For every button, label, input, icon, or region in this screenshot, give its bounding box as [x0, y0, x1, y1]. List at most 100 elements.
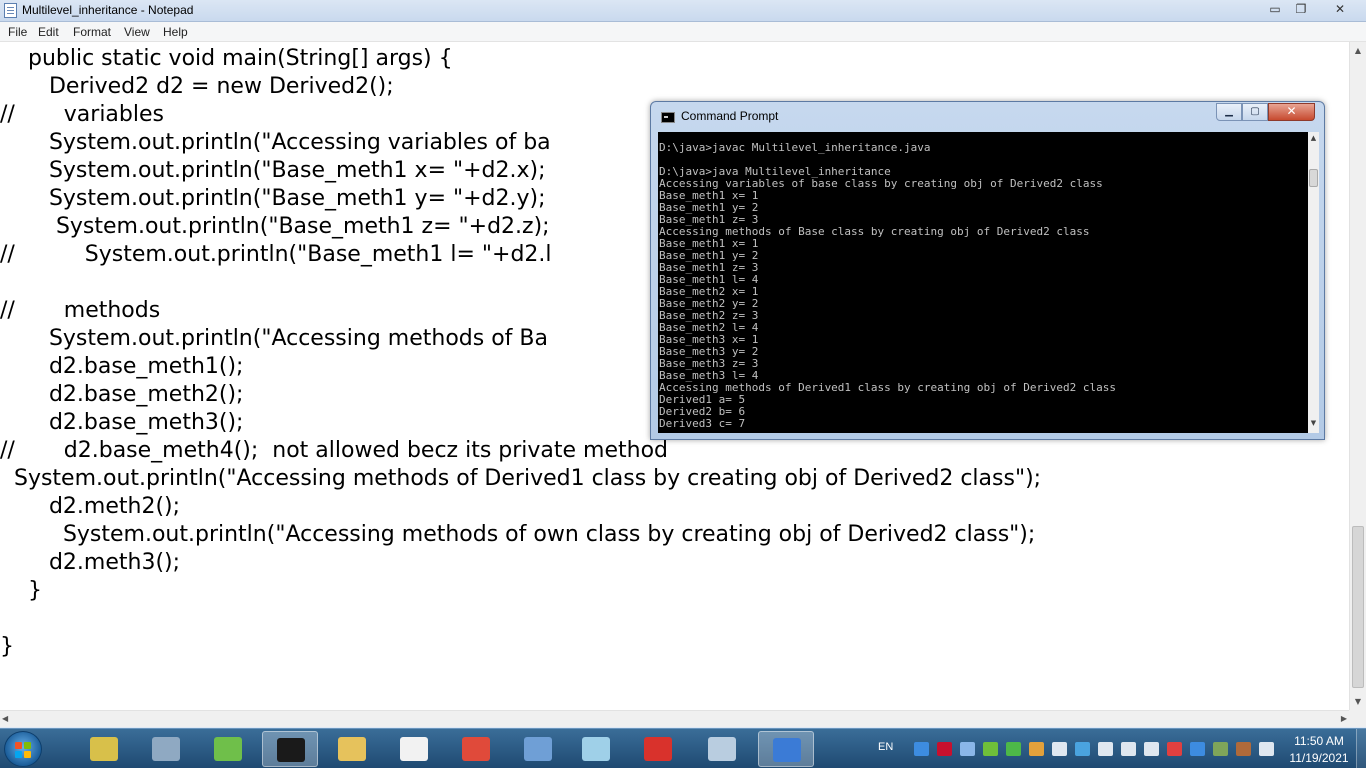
code-line: d2.base_meth1(); [0, 354, 244, 379]
taskbar-paint-3d-button[interactable] [758, 731, 814, 767]
folder-icon[interactable] [1029, 742, 1044, 756]
code-line: // d2.base_meth4(); not allowed becz its… [0, 438, 669, 463]
clock-date[interactable]: 11/19/2021 [1284, 751, 1354, 765]
bluetooth-icon[interactable] [1190, 742, 1205, 756]
code-line: // variables [0, 102, 164, 127]
start-button[interactable] [4, 731, 42, 767]
cmd-close-button[interactable]: ✕ [1268, 103, 1315, 121]
show-desktop-button[interactable] [1356, 729, 1366, 768]
code-line: System.out.println("Base_meth1 y= "+d2.y… [0, 186, 546, 211]
code-line: System.out.println("Accessing methods of… [0, 522, 1036, 547]
code-line: d2.base_meth3(); [0, 410, 244, 435]
code-line: System.out.println("Accessing variables … [0, 130, 551, 155]
cmd-scrollbar[interactable]: ▲ ▼ [1308, 132, 1319, 433]
scroll-down-icon[interactable]: ▼ [1350, 693, 1366, 710]
vertical-scrollbar[interactable]: ▲ ▼ [1349, 42, 1366, 710]
taskbar-chrome-button[interactable] [448, 731, 504, 767]
volume-icon[interactable] [1098, 742, 1113, 756]
drive-icon[interactable] [1213, 742, 1228, 756]
scroll-thumb[interactable] [1352, 526, 1364, 688]
taskbar: EN 11:50 AM 11/19/2021 [0, 728, 1366, 768]
code-line: } [0, 578, 42, 603]
horizontal-scrollbar[interactable]: ◀ ▶ [0, 710, 1349, 727]
cmd-minimize-button[interactable]: ▁ [1216, 103, 1242, 121]
code-line: System.out.println("Base_meth1 z= "+d2.z… [0, 214, 550, 239]
cmd-icon [661, 112, 675, 123]
menu-edit[interactable]: Edit [38, 25, 59, 39]
taskbar-computer-button[interactable] [138, 731, 194, 767]
cloud-icon[interactable] [960, 742, 975, 756]
taskbar-command-prompt-button[interactable] [262, 731, 318, 767]
scroll-up-icon[interactable]: ▲ [1350, 42, 1366, 59]
minimize-button[interactable]: ▭ [1262, 1, 1288, 19]
taskbar-notepad-button[interactable] [568, 731, 624, 767]
scroll-right-icon[interactable]: ▶ [1333, 711, 1347, 728]
battery-icon[interactable] [1121, 742, 1136, 756]
notepad-title: Multilevel_inheritance - Notepad [22, 3, 194, 17]
code-line: public static void main(String[] args) { [0, 46, 453, 71]
help-icon[interactable] [914, 742, 929, 756]
taskbar-wps-pdf-button[interactable] [630, 731, 686, 767]
code-line: d2.meth2(); [0, 494, 181, 519]
scroll-left-icon[interactable]: ◀ [2, 711, 16, 728]
cmd-output-line: Derived3 c= 7 [659, 417, 746, 430]
cmd-maximize-button[interactable]: ▢ [1242, 103, 1268, 121]
shield-icon[interactable] [1006, 742, 1021, 756]
media-player-321-icon [400, 737, 428, 761]
code-line: d2.meth3(); [0, 550, 181, 575]
code-line: System.out.println("Accessing methods of… [0, 326, 548, 351]
code-line: d2.base_meth2(); [0, 382, 244, 407]
display-icon[interactable] [1259, 742, 1274, 756]
command-prompt-window[interactable]: Command Prompt ▁ ▢ ✕ D:\java>javac Multi… [650, 101, 1325, 440]
mcafee-icon[interactable] [937, 742, 952, 756]
taskbar-notepad-plus-button[interactable] [200, 731, 256, 767]
menu-file[interactable]: File [8, 25, 27, 39]
tools-icon[interactable] [1236, 742, 1251, 756]
taskbar-media-player-321-button[interactable] [386, 731, 442, 767]
scrollbar-corner [1349, 710, 1366, 727]
close-button[interactable]: ✕ [1326, 1, 1354, 19]
chrome-icon [462, 737, 490, 761]
code-line: System.out.println("Accessing methods of… [0, 466, 1042, 491]
cmd-scroll-thumb[interactable] [1309, 169, 1318, 187]
wps-pdf-icon [644, 737, 672, 761]
code-line: Derived2 d2 = new Derived2(); [0, 74, 394, 99]
taskbar-file-explorer-button[interactable] [324, 731, 380, 767]
menu-help[interactable]: Help [163, 25, 188, 39]
taskbar-paint-button[interactable] [694, 731, 750, 767]
utorrent-icon[interactable] [983, 742, 998, 756]
notepad-titlebar[interactable]: Multilevel_inheritance - Notepad ▭ ❐ ✕ [0, 0, 1366, 22]
virtualbox-icon [524, 737, 552, 761]
menu-bar: File Edit Format View Help [0, 22, 1366, 42]
signal-icon[interactable] [1052, 742, 1067, 756]
computer-icon [152, 737, 180, 761]
language-indicator[interactable]: EN [878, 741, 893, 753]
network-icon[interactable] [1075, 742, 1090, 756]
flag-icon[interactable] [1167, 742, 1182, 756]
move-icon[interactable] [1144, 742, 1159, 756]
cmd-scroll-down-icon[interactable]: ▼ [1308, 419, 1319, 431]
code-line: // methods [0, 298, 161, 323]
cmd-output-line: D:\java>javac Multilevel_inheritance.jav… [659, 141, 931, 154]
file-explorer-icon [338, 737, 366, 761]
desktop: Multilevel_inheritance - Notepad ▭ ❐ ✕ F… [0, 0, 1366, 768]
cmd-output: D:\java>javac Multilevel_inheritance.jav… [659, 142, 1116, 430]
code-line: // System.out.println("Base_meth1 l= "+d… [0, 242, 552, 267]
maximize-button[interactable]: ❐ [1288, 1, 1314, 19]
cmd-console[interactable]: D:\java>javac Multilevel_inheritance.jav… [658, 132, 1308, 433]
paint-3d-icon [773, 738, 801, 762]
explorer-folders-icon [90, 737, 118, 761]
cmd-title: Command Prompt [681, 109, 779, 123]
system-tray: EN [868, 729, 1278, 768]
menu-view[interactable]: View [124, 25, 150, 39]
cmd-scroll-up-icon[interactable]: ▲ [1308, 134, 1319, 146]
command-prompt-icon [277, 738, 305, 762]
notepad-plus-icon [214, 737, 242, 761]
taskbar-explorer-folders-button[interactable] [76, 731, 132, 767]
paint-icon [708, 737, 736, 761]
taskbar-virtualbox-button[interactable] [510, 731, 566, 767]
clock-time[interactable]: 11:50 AM [1284, 734, 1354, 748]
menu-format[interactable]: Format [73, 25, 111, 39]
notepad-icon [4, 3, 17, 18]
notepad-icon [582, 737, 610, 761]
